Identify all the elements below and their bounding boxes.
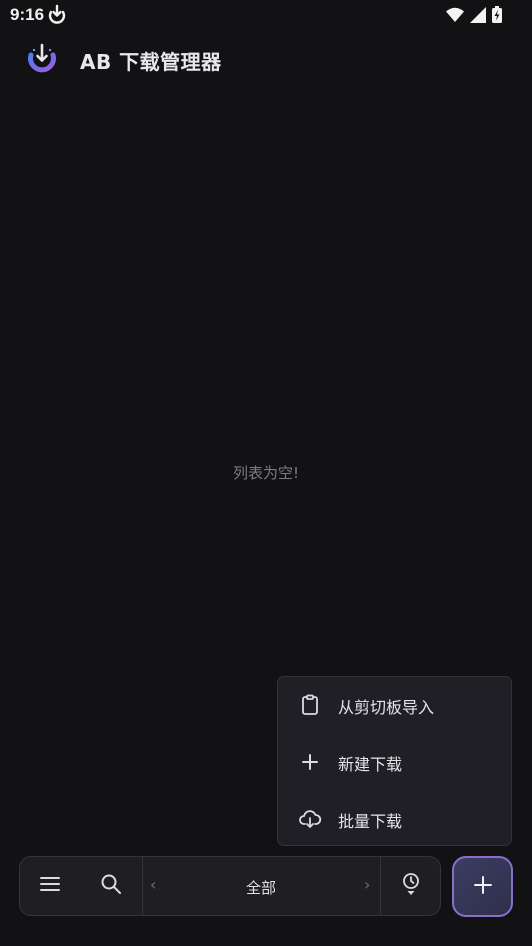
cloud-download-icon (298, 807, 322, 831)
add-download-menu: 从剪切板导入 新建下载 批量下载 (277, 676, 512, 846)
hamburger-menu-icon (39, 873, 61, 899)
app-bar: AB 下载管理器 (0, 36, 532, 84)
status-icons (446, 6, 502, 27)
menu-item-import-clipboard[interactable]: 从剪切板导入 (278, 677, 511, 734)
category-filter-label[interactable]: 全部 (143, 877, 379, 898)
search-icon (100, 873, 122, 899)
chevron-right-icon[interactable]: › (364, 875, 370, 894)
wifi-icon (446, 7, 464, 27)
queue-button[interactable] (381, 857, 441, 915)
signal-icon (470, 6, 486, 27)
menu-button[interactable] (20, 857, 80, 915)
clock-download-icon (400, 872, 422, 900)
menu-item-new-download[interactable]: 新建下载 (278, 734, 511, 791)
plus-icon (472, 874, 494, 900)
app-logo-icon (25, 42, 59, 80)
app-title: AB 下载管理器 (80, 50, 222, 74)
download-notification-icon (47, 4, 67, 28)
menu-item-label: 批量下载 (338, 811, 403, 831)
menu-item-label: 新建下载 (338, 754, 403, 774)
menu-item-batch-download[interactable]: 批量下载 (278, 791, 511, 848)
clipboard-icon (298, 693, 322, 717)
add-fab-button[interactable] (452, 856, 513, 917)
status-bar: 9:16 (0, 0, 532, 30)
plus-icon (298, 750, 322, 774)
empty-list-message: 列表为空! (232, 464, 299, 482)
status-time: 9:16 (10, 5, 45, 24)
bottom-toolbar: ‹ 全部 › (19, 856, 441, 916)
battery-charging-icon (492, 6, 502, 27)
search-button[interactable] (81, 857, 141, 915)
menu-item-label: 从剪切板导入 (338, 697, 435, 717)
